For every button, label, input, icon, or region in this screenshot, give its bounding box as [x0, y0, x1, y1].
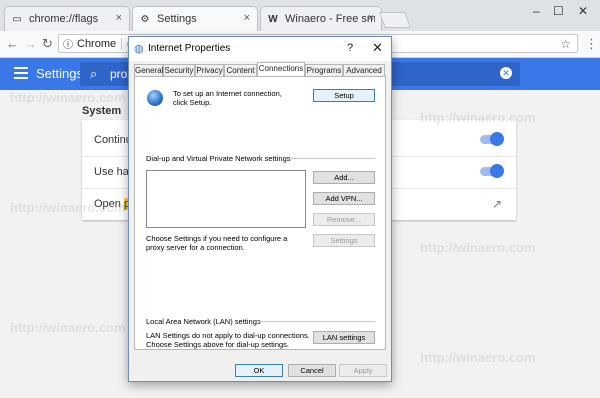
section-label-system: System: [82, 105, 122, 117]
tab-label: Settings: [157, 13, 197, 25]
toggle-switch[interactable]: [480, 132, 504, 146]
new-tab-button[interactable]: [379, 12, 411, 28]
connections-panel: To set up an Internet connection, click …: [134, 76, 386, 350]
cancel-button[interactable]: Cancel: [288, 364, 336, 377]
tab-label: Winaero - Free small and: [285, 13, 375, 25]
bookmark-star-icon[interactable]: ☆: [560, 37, 571, 51]
tab-security[interactable]: Security: [163, 64, 195, 76]
watermark-text: http://winaero.com: [420, 350, 536, 365]
page-title: Settings: [36, 66, 83, 81]
row-label-prefix: Open: [94, 198, 124, 210]
watermark-text: http://winaero.com: [10, 90, 126, 105]
forward-arrow-icon[interactable]: →: [24, 36, 37, 51]
gear-icon: ⚙: [140, 13, 150, 25]
globe-icon: [147, 90, 163, 106]
winaero-w-icon: W: [268, 13, 278, 25]
tab-general[interactable]: General: [134, 64, 163, 76]
tab-winaero[interactable]: W Winaero - Free small and ×: [260, 6, 382, 31]
minimize-icon[interactable]: –: [533, 4, 540, 18]
dialog-title: Internet Properties: [148, 43, 231, 54]
chrome-menu-icon[interactable]: ⋮: [585, 36, 598, 52]
watermark-text: http://winaero.com: [420, 240, 536, 255]
lan-group-label: Local Area Network (LAN) settings: [146, 317, 261, 326]
setup-button[interactable]: Setup: [313, 89, 375, 102]
group-divider: [291, 158, 375, 159]
internet-properties-dialog: ◍ Internet Properties ? ✕ General Securi…: [128, 36, 392, 382]
add-vpn-button[interactable]: Add VPN...: [313, 192, 375, 205]
info-icon: ⓘ: [63, 40, 73, 51]
help-icon[interactable]: ?: [347, 42, 353, 54]
group-divider: [257, 321, 375, 322]
clear-search-icon[interactable]: ✕: [500, 67, 512, 79]
tab-settings[interactable]: ⚙ Settings ×: [132, 6, 258, 31]
proxy-description: Choose Settings if you need to configure…: [146, 234, 288, 252]
dialog-close-icon[interactable]: ✕: [372, 40, 383, 56]
tab-advanced[interactable]: Advanced: [343, 64, 385, 76]
tab-label: chrome://flags: [29, 13, 99, 25]
tab-content[interactable]: Content: [224, 64, 257, 76]
search-icon: ⌕: [90, 66, 98, 81]
tab-connections[interactable]: Connections: [257, 62, 305, 77]
remove-button[interactable]: Remove...: [313, 213, 375, 226]
maximize-icon[interactable]: ☐: [553, 4, 564, 18]
tab-strip: ▭ chrome://flags × ⚙ Settings × W Winaer…: [0, 0, 600, 31]
external-link-icon[interactable]: ↗: [492, 197, 502, 211]
connections-listbox[interactable]: [146, 170, 306, 228]
connection-settings-button[interactable]: Settings: [313, 234, 375, 247]
page-icon: ▭: [12, 13, 22, 25]
window-close-icon[interactable]: ✕: [578, 4, 588, 18]
apply-button[interactable]: Apply: [339, 364, 387, 377]
lan-settings-button[interactable]: LAN settings: [313, 331, 375, 344]
toggle-switch[interactable]: [480, 164, 504, 178]
divider: [121, 37, 123, 50]
close-tab-icon[interactable]: ×: [368, 12, 374, 24]
tab-programs[interactable]: Programs: [305, 64, 343, 76]
dialup-group-label: Dial-up and Virtual Private Network sett…: [146, 154, 291, 163]
tab-chrome-flags[interactable]: ▭ chrome://flags ×: [4, 6, 130, 31]
close-tab-icon[interactable]: ×: [116, 12, 122, 24]
ok-button[interactable]: OK: [235, 364, 283, 377]
toggle-knob: [490, 132, 504, 146]
setup-description: To set up an Internet connection, click …: [173, 89, 282, 107]
reload-icon[interactable]: ↻: [42, 36, 53, 52]
internet-options-icon: ◍: [134, 43, 144, 55]
secure-chip[interactable]: ⓘ Chrome: [63, 36, 117, 52]
chip-label: Chrome: [77, 37, 117, 50]
add-button[interactable]: Add...: [313, 171, 375, 184]
hamburger-menu-icon[interactable]: [14, 67, 28, 82]
close-tab-icon[interactable]: ×: [244, 12, 250, 24]
tab-privacy[interactable]: Privacy: [195, 64, 224, 76]
back-arrow-icon[interactable]: ←: [6, 36, 19, 51]
dialog-titlebar[interactable]: ◍ Internet Properties ? ✕: [129, 37, 391, 61]
lan-description: LAN Settings do not apply to dial-up con…: [146, 331, 310, 349]
toggle-knob: [490, 164, 504, 178]
watermark-text: http://winaero.com: [10, 320, 126, 335]
